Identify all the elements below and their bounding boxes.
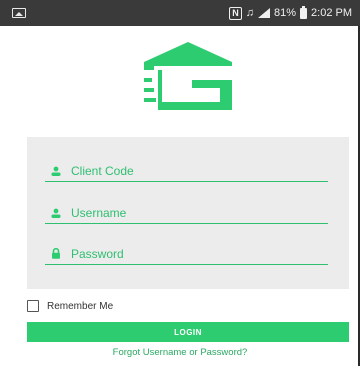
- person-icon: [48, 208, 64, 218]
- lock-icon: [48, 248, 64, 259]
- remember-me[interactable]: Remember Me: [27, 300, 113, 312]
- status-right: N ♫ 81% 2:02 PM: [229, 5, 352, 20]
- vibrate-icon: ♫: [245, 7, 254, 19]
- username-input[interactable]: [71, 203, 328, 222]
- person-icon: [48, 166, 64, 176]
- status-time: 2:02 PM: [311, 7, 352, 19]
- remember-me-label: Remember Me: [47, 300, 114, 312]
- app-screen: N ♫ 81% 2:02 PM Client Code Username Rem…: [0, 0, 360, 366]
- signal-icon: [258, 8, 270, 18]
- client-code-field: [45, 160, 328, 182]
- brand-logo: [144, 42, 232, 110]
- remember-me-checkbox[interactable]: [27, 300, 39, 312]
- battery-percent: 81%: [274, 7, 297, 19]
- battery-icon: [300, 5, 308, 19]
- username-field: [45, 202, 328, 224]
- password-field: [45, 243, 328, 265]
- nfc-icon: N: [229, 6, 242, 20]
- login-form-panel: [27, 137, 349, 289]
- client-code-input[interactable]: [71, 161, 328, 180]
- forgot-credentials-link[interactable]: Forgot Username or Password?: [0, 347, 360, 358]
- status-left: [12, 8, 26, 18]
- login-button[interactable]: LOGIN: [27, 322, 349, 342]
- image-icon: [12, 8, 26, 18]
- password-input[interactable]: [71, 244, 328, 263]
- status-bar: N ♫ 81% 2:02 PM: [0, 0, 360, 26]
